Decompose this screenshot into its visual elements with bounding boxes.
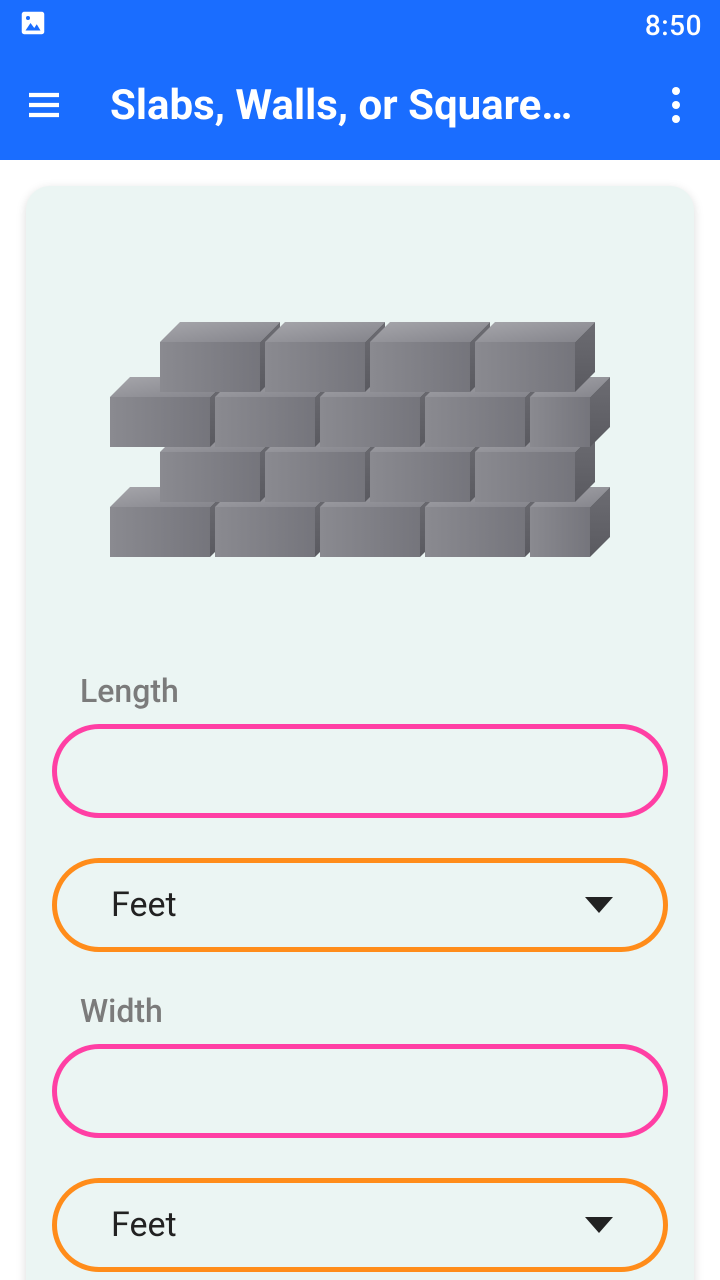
form-card: Length Feet Width Feet <box>26 186 694 1280</box>
picture-icon <box>18 8 48 42</box>
width-unit-select[interactable]: Feet <box>52 1178 668 1272</box>
menu-icon[interactable] <box>22 83 66 127</box>
app-bar: Slabs, Walls, or Square… <box>0 50 720 160</box>
page-title: Slabs, Walls, or Square… <box>110 81 654 130</box>
width-input[interactable] <box>52 1044 668 1138</box>
length-label: Length <box>80 672 668 710</box>
length-input-field[interactable] <box>57 729 663 813</box>
length-unit-text: Feet <box>111 885 177 925</box>
width-input-field[interactable] <box>57 1049 663 1133</box>
wall-illustration <box>52 212 668 672</box>
width-label: Width <box>80 992 668 1030</box>
overflow-menu-icon[interactable] <box>654 83 698 127</box>
length-input[interactable] <box>52 724 668 818</box>
clock: 8:50 <box>645 9 702 42</box>
chevron-down-icon <box>585 897 613 913</box>
status-bar: 8:50 <box>0 0 720 50</box>
width-unit-text: Feet <box>111 1205 177 1245</box>
chevron-down-icon <box>585 1217 613 1233</box>
length-unit-select[interactable]: Feet <box>52 858 668 952</box>
